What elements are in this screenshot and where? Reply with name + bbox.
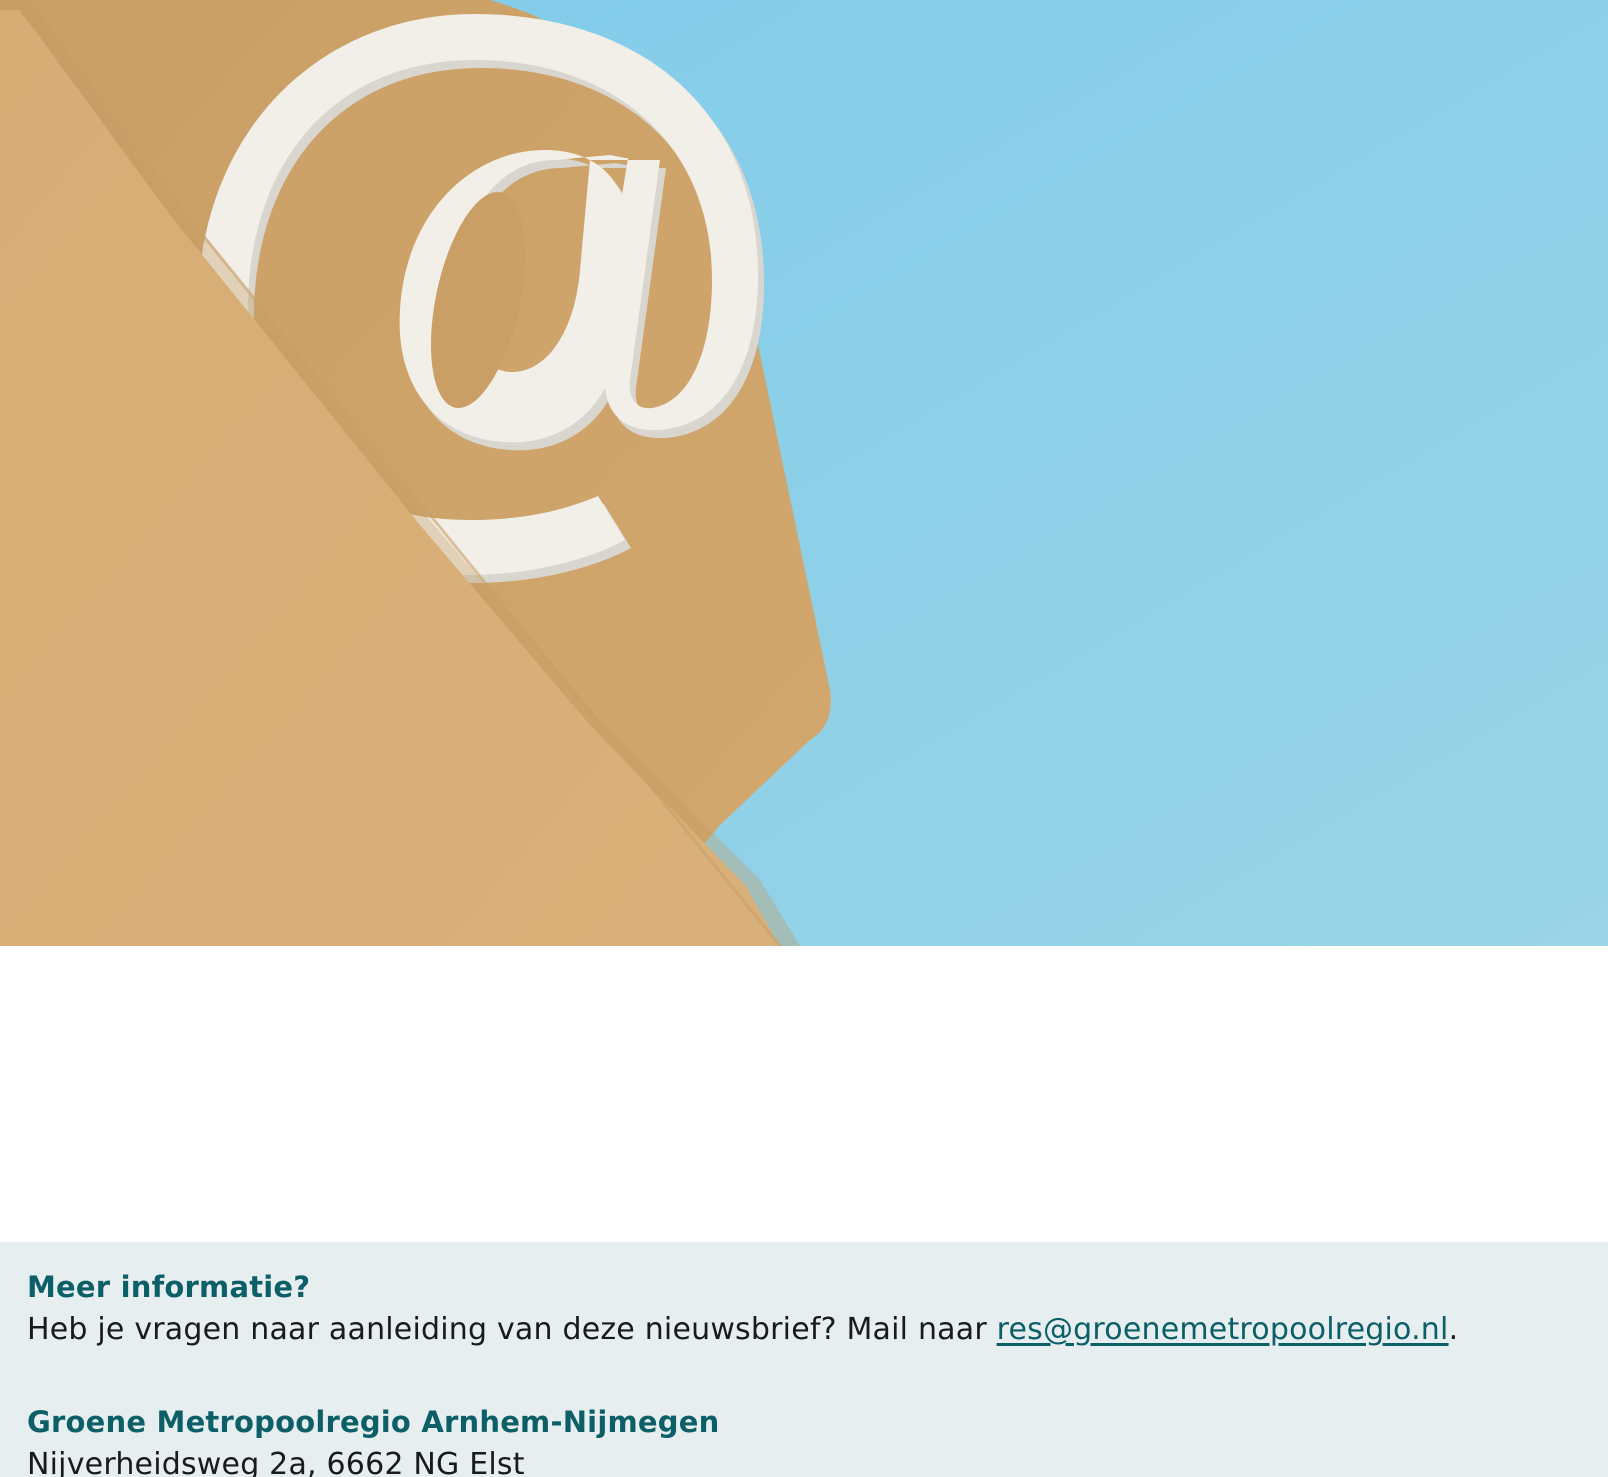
info-heading: Meer informatie?	[27, 1270, 311, 1304]
info-text: Heb je vragen naar aanleiding van deze n…	[27, 1307, 1581, 1353]
envelope-at-sign-photo	[0, 0, 1608, 946]
organization-name: Groene Metropoolregio Arnhem-Nijmegen	[27, 1405, 720, 1439]
organization-block: Groene Metropoolregio Arnhem-Nijmegen Ni…	[27, 1402, 1581, 1477]
organization-address: Nijverheidsweg 2a, 6662 NG Elst	[27, 1447, 525, 1477]
info-text-prefix: Heb je vragen naar aanleiding van deze n…	[27, 1312, 997, 1347]
contact-info-section: Meer informatie? Heb je vragen naar aanl…	[0, 1242, 1608, 1477]
info-text-suffix: .	[1448, 1312, 1459, 1347]
email-link[interactable]: res@groenemetropoolregio.nl	[997, 1312, 1449, 1347]
content-spacer	[0, 946, 1608, 1242]
hero-image	[0, 0, 1608, 946]
newsletter-page: Meer informatie? Heb je vragen naar aanl…	[0, 0, 1608, 1477]
